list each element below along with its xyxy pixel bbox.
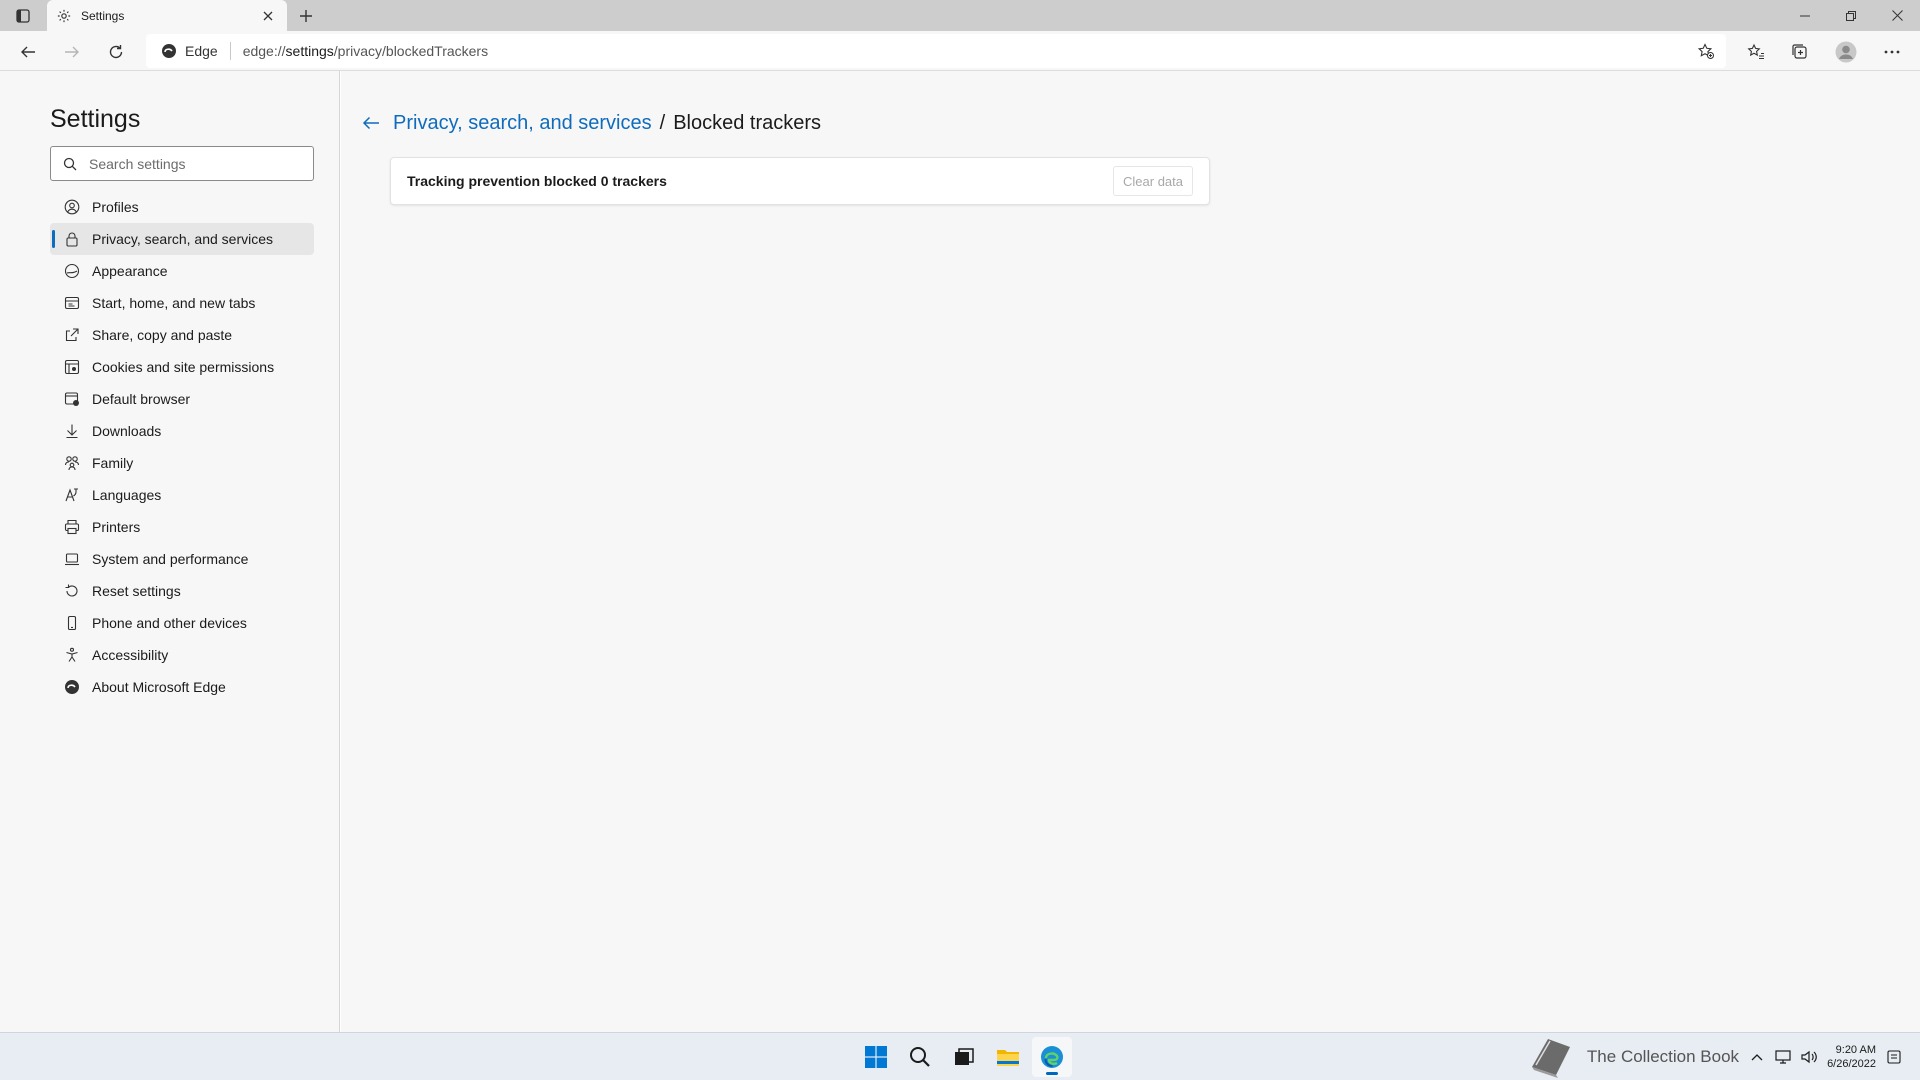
tab-title: Settings [81, 8, 125, 23]
favorites-icon[interactable] [1743, 39, 1769, 65]
laptop-icon [64, 551, 80, 567]
settings-nav: Profiles Privacy, search, and services A… [50, 191, 314, 703]
breadcrumb-separator: / [659, 111, 666, 134]
sidebar-item-cookies[interactable]: Cookies and site permissions [50, 351, 314, 383]
url-text[interactable]: edge://settings/privacy/blockedTrackers [243, 43, 488, 59]
add-favorite-icon[interactable] [1696, 41, 1716, 61]
network-icon[interactable] [1775, 1049, 1791, 1065]
search-input[interactable] [89, 155, 289, 172]
title-bar: Settings [0, 0, 1920, 31]
clock-date: 6/26/2022 [1827, 1058, 1876, 1070]
sidebar-item-appearance[interactable]: Appearance [50, 255, 314, 287]
back-arrow-icon[interactable] [15, 39, 41, 65]
settings-content: Privacy, search, and services / Blocked … [341, 71, 1920, 1032]
taskbar-search-icon[interactable] [900, 1037, 940, 1077]
cookies-icon [64, 359, 80, 375]
sidebar-item-family[interactable]: Family [50, 447, 314, 479]
edge-icon [64, 679, 80, 695]
sidebar-item-default-browser[interactable]: Default browser [50, 383, 314, 415]
file-explorer-icon[interactable] [988, 1037, 1028, 1077]
back-arrow-icon[interactable] [359, 111, 383, 135]
appearance-icon [64, 263, 80, 279]
phone-icon [64, 615, 80, 631]
browser-icon [64, 391, 80, 407]
new-tab-button[interactable] [295, 5, 317, 27]
tab-actions-icon[interactable] [10, 6, 36, 26]
more-options-icon[interactable] [1879, 39, 1905, 65]
sidebar-item-system[interactable]: System and performance [50, 543, 314, 575]
home-tabs-icon [64, 295, 80, 311]
share-icon [64, 327, 80, 343]
settings-title: Settings [50, 105, 141, 133]
browser-toolbar: Edge edge://settings/privacy/blockedTrac… [0, 31, 1920, 71]
sidebar-item-printers[interactable]: Printers [50, 511, 314, 543]
trackers-card: Tracking prevention blocked 0 trackers C… [390, 157, 1210, 205]
close-tab-icon[interactable] [259, 7, 277, 25]
settings-sidebar: Settings Profiles Privacy, search, and s… [0, 71, 340, 1032]
sidebar-item-about[interactable]: About Microsoft Edge [50, 671, 314, 703]
search-icon [63, 157, 77, 171]
close-window-icon[interactable] [1874, 0, 1920, 31]
windows-start-icon[interactable] [856, 1037, 896, 1077]
forward-arrow-icon[interactable] [59, 39, 85, 65]
sidebar-item-privacy[interactable]: Privacy, search, and services [50, 223, 314, 255]
taskbar: The Collection Book 9:20 AM 6/26/2022 [0, 1032, 1920, 1080]
refresh-icon[interactable] [103, 39, 129, 65]
edge-chip-label: Edge [185, 43, 218, 59]
lock-icon [64, 231, 80, 247]
collections-icon[interactable] [1787, 39, 1813, 65]
clock[interactable]: 9:20 AM 6/26/2022 [1827, 1043, 1876, 1071]
sidebar-item-languages[interactable]: Languages [50, 479, 314, 511]
sidebar-item-downloads[interactable]: Downloads [50, 415, 314, 447]
clear-data-button[interactable]: Clear data [1113, 166, 1193, 196]
gear-icon [57, 9, 71, 23]
sidebar-item-profiles[interactable]: Profiles [50, 191, 314, 223]
watermark-text: The Collection Book [1586, 1047, 1740, 1066]
tracking-message: Tracking prevention blocked 0 trackers [407, 173, 667, 189]
page-title: Blocked trackers [673, 111, 822, 134]
printer-icon [64, 519, 80, 535]
sidebar-item-reset[interactable]: Reset settings [50, 575, 314, 607]
edge-icon [161, 43, 177, 59]
profile-icon [64, 199, 80, 215]
address-bar[interactable]: Edge edge://settings/privacy/blockedTrac… [146, 34, 1726, 68]
chevron-up-icon[interactable] [1749, 1049, 1765, 1065]
restore-icon[interactable] [1828, 0, 1874, 31]
search-box[interactable] [50, 146, 314, 181]
volume-icon[interactable] [1801, 1049, 1817, 1065]
breadcrumb-parent-link[interactable]: Privacy, search, and services [393, 112, 652, 135]
accessibility-icon [64, 647, 80, 663]
family-icon [64, 455, 80, 471]
book-icon [1525, 1034, 1577, 1080]
notifications-icon[interactable] [1886, 1049, 1902, 1065]
download-icon [64, 423, 80, 439]
task-view-icon[interactable] [944, 1037, 984, 1077]
breadcrumb: Privacy, search, and services / Blocked … [359, 111, 821, 135]
edge-taskbar-icon[interactable] [1032, 1037, 1072, 1077]
sidebar-item-share[interactable]: Share, copy and paste [50, 319, 314, 351]
reset-icon [64, 583, 80, 599]
taskbar-apps [856, 1037, 1072, 1077]
sidebar-item-start-home[interactable]: Start, home, and new tabs [50, 287, 314, 319]
tab-settings[interactable]: Settings [47, 0, 287, 31]
window-controls [1782, 0, 1920, 31]
profile-avatar-icon[interactable] [1833, 39, 1859, 65]
sidebar-item-phone[interactable]: Phone and other devices [50, 607, 314, 639]
system-tray: The Collection Book 9:20 AM 6/26/2022 [1525, 1039, 1902, 1078]
clock-time: 9:20 AM [1835, 1044, 1876, 1056]
languages-icon [64, 487, 80, 503]
edge-chip[interactable]: Edge [161, 42, 231, 60]
minimize-icon[interactable] [1782, 0, 1828, 31]
sidebar-item-accessibility[interactable]: Accessibility [50, 639, 314, 671]
